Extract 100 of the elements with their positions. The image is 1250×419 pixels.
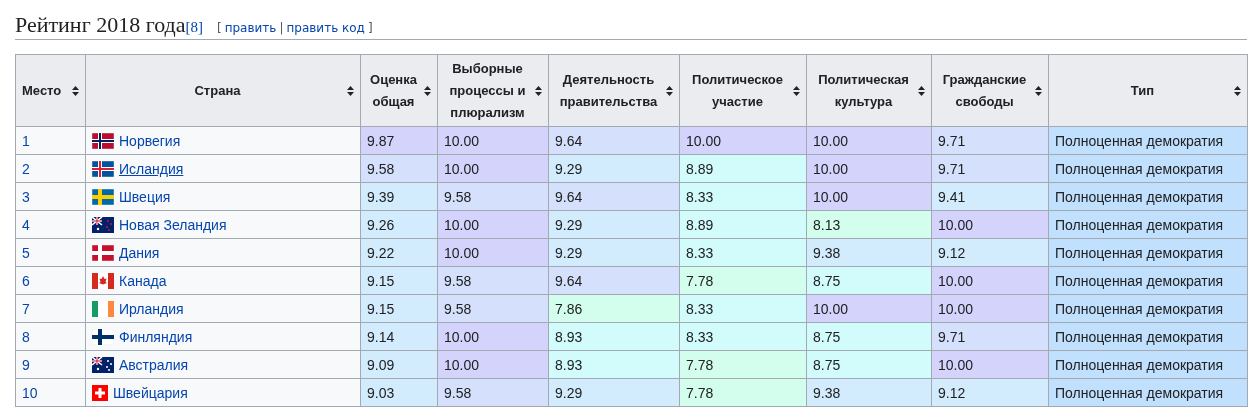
sort-icon [666, 85, 673, 96]
score-cell: 9.58 [437, 294, 549, 323]
score-cell: 10.00 [437, 238, 549, 267]
flag-icon [92, 244, 114, 261]
rank-cell: 8 [15, 322, 86, 351]
score-cell: 9.71 [931, 322, 1049, 351]
score-cell: 10.00 [931, 266, 1049, 295]
column-header[interactable]: Политическое участие [679, 54, 807, 127]
score-cell: 7.86 [548, 294, 680, 323]
section-title: Рейтинг 2018 года [15, 12, 186, 38]
score-cell: 10.00 [437, 322, 549, 351]
score-cell: 10.00 [679, 126, 807, 155]
column-header[interactable]: Деятельность правительства [548, 54, 680, 127]
score-cell: 10.00 [437, 154, 549, 183]
score-cell: 9.12 [931, 238, 1049, 267]
column-header[interactable]: Политическая культура [806, 54, 932, 127]
reference-link[interactable]: [8] [185, 19, 203, 35]
score-cell: 9.29 [548, 238, 680, 267]
country-link[interactable]: Норвегия [119, 132, 181, 149]
score-cell: 9.29 [548, 154, 680, 183]
score-cell: 9.12 [931, 378, 1049, 407]
edit-link[interactable]: править код [286, 21, 365, 35]
score-cell: 10.00 [806, 126, 932, 155]
score-cell: 10.00 [437, 350, 549, 379]
country-link[interactable]: Канада [119, 272, 167, 289]
flag-icon [92, 216, 114, 233]
score-cell: 9.26 [360, 210, 438, 239]
sort-icon [424, 85, 431, 96]
type-cell: Полноценная демократия [1048, 182, 1248, 211]
score-cell: 9.14 [360, 322, 438, 351]
sort-icon [535, 85, 542, 96]
rank-cell: 5 [15, 238, 86, 267]
score-cell: 8.33 [679, 294, 807, 323]
score-cell: 9.58 [437, 182, 549, 211]
score-cell: 10.00 [931, 294, 1049, 323]
score-cell: 7.78 [679, 378, 807, 407]
score-cell: 10.00 [806, 182, 932, 211]
score-cell: 9.64 [548, 182, 680, 211]
type-cell: Полноценная демократия [1048, 266, 1248, 295]
column-header[interactable]: Гражданские свободы [931, 54, 1049, 127]
score-cell: 9.71 [931, 154, 1049, 183]
score-cell: 9.29 [548, 210, 680, 239]
bracket: ] [367, 21, 373, 35]
score-cell: 8.75 [806, 322, 932, 351]
column-header[interactable]: Страна [85, 54, 361, 127]
country-link[interactable]: Исландия [119, 160, 184, 177]
separator: | [279, 21, 284, 35]
column-header[interactable]: Выборные процессы и плюрализм [437, 54, 549, 127]
score-cell: 8.93 [548, 322, 680, 351]
country-link[interactable]: Дания [119, 244, 160, 261]
column-header[interactable]: Тип [1048, 54, 1248, 127]
country-link[interactable]: Австралия [119, 356, 189, 373]
score-cell: 9.15 [360, 294, 438, 323]
type-cell: Полноценная демократия [1048, 294, 1248, 323]
rank-cell: 6 [15, 266, 86, 295]
score-cell: 9.03 [360, 378, 438, 407]
flag-icon [92, 272, 114, 289]
sort-icon [1234, 85, 1241, 96]
score-cell: 10.00 [806, 154, 932, 183]
score-cell: 7.78 [679, 350, 807, 379]
rank-cell: 9 [15, 350, 86, 379]
score-cell: 8.93 [548, 350, 680, 379]
rank-cell: 3 [15, 182, 86, 211]
score-cell: 9.64 [548, 266, 680, 295]
rank-cell: 4 [15, 210, 86, 239]
score-cell: 8.89 [679, 210, 807, 239]
score-cell: 8.89 [679, 154, 807, 183]
bracket: [ [216, 21, 222, 35]
score-cell: 8.13 [806, 210, 932, 239]
score-cell: 10.00 [931, 210, 1049, 239]
country-link[interactable]: Швеция [119, 188, 171, 205]
country-link[interactable]: Швейцария [113, 384, 188, 401]
score-cell: 9.71 [931, 126, 1049, 155]
type-cell: Полноценная демократия [1048, 322, 1248, 351]
column-header[interactable]: Место [15, 54, 86, 127]
score-cell: 9.41 [931, 182, 1049, 211]
country-link[interactable]: Финляндия [119, 328, 193, 345]
rank-cell: 10 [15, 378, 86, 407]
score-cell: 9.58 [437, 378, 549, 407]
flag-icon [92, 300, 114, 317]
edit-link[interactable]: править [224, 21, 277, 35]
flag-icon [92, 356, 114, 373]
rank-cell: 2 [15, 154, 86, 183]
score-cell: 9.38 [806, 238, 932, 267]
score-cell: 9.58 [437, 266, 549, 295]
score-cell: 9.39 [360, 182, 438, 211]
flag-icon [92, 160, 114, 177]
sort-icon [793, 85, 800, 96]
sort-icon [72, 85, 79, 96]
score-cell: 8.33 [679, 182, 807, 211]
score-cell: 10.00 [437, 210, 549, 239]
score-cell: 8.75 [806, 350, 932, 379]
type-cell: Полноценная демократия [1048, 154, 1248, 183]
score-cell: 10.00 [437, 126, 549, 155]
rank-cell: 1 [15, 126, 86, 155]
country-link[interactable]: Ирландия [119, 300, 184, 317]
flag-icon [92, 328, 114, 345]
column-header[interactable]: Оценка общая [360, 54, 438, 127]
flag-icon [92, 132, 114, 149]
score-cell: 9.38 [806, 378, 932, 407]
